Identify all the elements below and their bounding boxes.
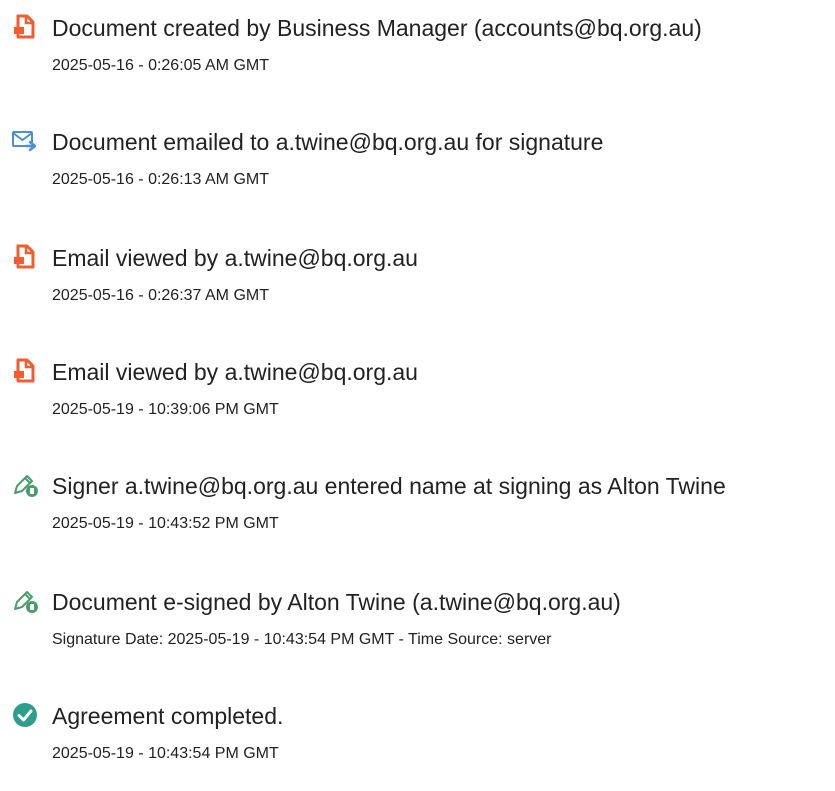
event-timestamp: 2025-05-16 - 0:26:13 AM GMT <box>52 171 269 188</box>
event-title: Signer a.twine@bq.org.au entered name at… <box>52 473 726 499</box>
event-timestamp: 2025-05-16 - 0:26:05 AM GMT <box>52 57 269 74</box>
history-event: Signer a.twine@bq.org.au entered name at… <box>0 471 835 561</box>
document-icon <box>11 13 39 41</box>
event-title: Document created by Business Manager (ac… <box>52 15 702 41</box>
event-title: Document emailed to a.twine@bq.org.au fo… <box>52 129 604 155</box>
event-timestamp: 2025-05-19 - 10:43:52 PM GMT <box>52 515 279 532</box>
event-title: Document e-signed by Alton Twine (a.twin… <box>52 589 621 615</box>
history-event: Email viewed by a.twine@bq.org.au 2025-0… <box>0 357 835 447</box>
email-send-icon <box>11 127 39 155</box>
history-event: Document emailed to a.twine@bq.org.au fo… <box>0 127 835 217</box>
event-title: Email viewed by a.twine@bq.org.au <box>52 245 418 271</box>
pen-signer-icon <box>11 471 39 499</box>
event-signature-info: Signature Date: 2025-05-19 - 10:43:54 PM… <box>52 631 552 648</box>
document-icon <box>11 357 39 385</box>
event-title: Agreement completed. <box>52 703 284 729</box>
history-event: Document e-signed by Alton Twine (a.twin… <box>0 587 835 677</box>
history-event: Email viewed by a.twine@bq.org.au 2025-0… <box>0 243 835 333</box>
event-title: Email viewed by a.twine@bq.org.au <box>52 359 418 385</box>
event-timestamp: 2025-05-16 - 0:26:37 AM GMT <box>52 287 269 304</box>
event-timestamp: 2025-05-19 - 10:39:06 PM GMT <box>52 401 279 418</box>
history-event: Document created by Business Manager (ac… <box>0 13 835 103</box>
document-icon <box>11 243 39 271</box>
event-timestamp: 2025-05-19 - 10:43:54 PM GMT <box>52 745 279 762</box>
history-event: Agreement completed. 2025-05-19 - 10:43:… <box>0 701 835 791</box>
pen-signer-icon <box>11 587 39 615</box>
check-circle-icon <box>11 701 39 729</box>
